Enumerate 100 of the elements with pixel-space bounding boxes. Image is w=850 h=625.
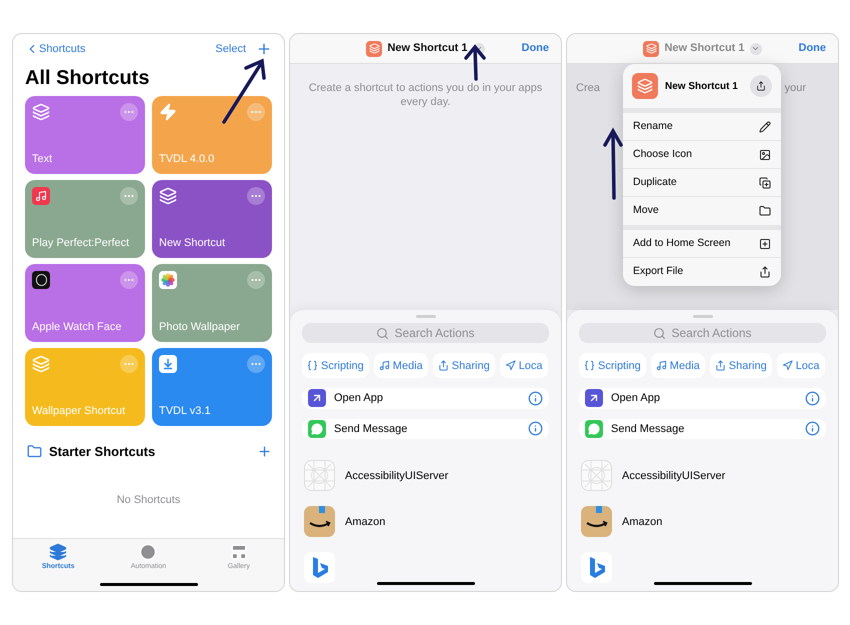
info-icon[interactable]	[528, 390, 543, 406]
info-icon[interactable]	[528, 421, 543, 436]
menu-item[interactable]: Move	[623, 197, 781, 225]
search-field[interactable]: Search Actions	[579, 323, 826, 344]
more-icon[interactable]	[247, 187, 265, 205]
more-icon[interactable]	[247, 103, 265, 121]
search-icon	[376, 326, 390, 340]
share-icon	[438, 360, 449, 372]
braces-icon	[584, 360, 595, 372]
layers-icon	[32, 103, 50, 121]
copy-plus-icon	[759, 176, 771, 188]
layers-icon	[49, 543, 68, 561]
shortcut-name: Apple Watch Face	[32, 320, 122, 334]
back-button[interactable]: Shortcuts	[25, 40, 86, 58]
shortcut-card[interactable]: Play Perfect:Perfect	[25, 180, 145, 258]
app-name[interactable]: Amazon	[345, 514, 386, 530]
action-row[interactable]: Open App	[302, 388, 549, 409]
blank-app-icon	[581, 460, 612, 492]
shortcut-card[interactable]: Photo Wallpaper	[152, 264, 272, 342]
location-arrow-icon	[782, 360, 793, 372]
flower-icon	[159, 271, 177, 289]
action-name: Send Message	[334, 422, 408, 437]
image-icon	[759, 148, 771, 160]
add-icon[interactable]	[257, 444, 272, 460]
b-logo-icon	[581, 552, 612, 584]
shortcut-card[interactable]: New Shortcut	[152, 180, 272, 258]
app-name[interactable]: AccessibilityUIServer	[622, 468, 726, 484]
shortcut-card[interactable]: TVDL v3.1	[152, 348, 272, 426]
hint-text: Crea	[576, 81, 600, 95]
hint-text: your	[784, 81, 806, 95]
download-icon	[159, 355, 177, 373]
layers-icon	[32, 355, 50, 373]
done-button[interactable]: Done	[798, 40, 826, 57]
action-row[interactable]: Send Message	[302, 418, 549, 439]
info-icon[interactable]	[805, 390, 820, 406]
folder-icon	[27, 444, 42, 460]
message-icon	[585, 420, 603, 438]
select-button[interactable]: Select	[215, 40, 246, 58]
location-arrow-icon	[504, 360, 516, 372]
menu-item[interactable]: Rename	[623, 113, 781, 141]
menu-item[interactable]: Add to Home Screen	[623, 230, 781, 258]
music-note-icon	[378, 360, 390, 372]
more-icon[interactable]	[120, 103, 138, 121]
category-chip[interactable]: Media	[374, 353, 428, 378]
shortcut-icon	[643, 40, 660, 56]
search-field[interactable]: Search Actions	[302, 323, 549, 344]
share-icon	[759, 266, 771, 278]
shortcut-card[interactable]: Apple Watch Face	[25, 264, 145, 342]
action-name: Open App	[334, 391, 384, 406]
shortcut-name: Text	[32, 152, 54, 166]
add-icon[interactable]	[256, 41, 272, 57]
done-button[interactable]: Done	[522, 40, 549, 57]
category-chip[interactable]: Scripting	[579, 353, 646, 378]
shortcut-title[interactable]: New Shortcut 1	[387, 40, 468, 57]
more-icon[interactable]	[120, 187, 138, 205]
menu-title: New Shortcut 1	[665, 80, 739, 94]
braces-icon	[307, 360, 318, 372]
share-icon	[714, 360, 726, 372]
pencil-icon	[759, 120, 771, 132]
shortcut-name: TVDL 4.0.0	[159, 152, 216, 166]
shortcut-name: New Shortcut	[159, 236, 226, 250]
info-icon[interactable]	[805, 421, 820, 436]
category-chip[interactable]: Scripting	[302, 353, 369, 378]
box-smile-icon	[304, 506, 335, 538]
page-title: All Shortcuts	[25, 66, 150, 90]
blank-app-icon	[304, 460, 335, 492]
shortcut-title[interactable]: New Shortcut 1	[664, 40, 745, 57]
search-icon	[653, 326, 666, 340]
gallery-icon	[230, 543, 248, 561]
shortcut-icon	[632, 73, 658, 99]
b-logo-icon	[304, 552, 335, 584]
plus-square-icon	[759, 238, 771, 250]
action-name: Open App	[611, 391, 661, 406]
app-name[interactable]: Amazon	[622, 514, 662, 530]
more-icon[interactable]	[120, 271, 138, 289]
menu-item[interactable]: Export File	[623, 258, 781, 286]
shortcut-name: TVDL v3.1	[159, 404, 212, 418]
folder-title: Starter Shortcuts	[49, 443, 156, 461]
category-chip[interactable]: Loca	[776, 353, 825, 378]
category-chip[interactable]: Media	[650, 353, 705, 378]
action-row[interactable]: Open App	[579, 388, 826, 409]
shortcut-name: Play Perfect:Perfect	[32, 236, 130, 250]
more-icon[interactable]	[247, 355, 265, 373]
app-name[interactable]: AccessibilityUIServer	[345, 468, 448, 484]
category-chip[interactable]: Sharing	[432, 353, 495, 378]
shortcut-card[interactable]: Text	[25, 96, 145, 174]
layers-icon	[159, 187, 177, 205]
action-row[interactable]: Send Message	[579, 418, 826, 439]
share-icon[interactable]	[750, 75, 772, 97]
shortcut-name: Photo Wallpaper	[159, 320, 241, 334]
more-icon[interactable]	[247, 271, 265, 289]
action-name: Send Message	[611, 422, 686, 437]
folder-icon	[759, 205, 771, 217]
category-chip[interactable]: Sharing	[710, 353, 772, 378]
category-chip[interactable]: Loca	[500, 353, 548, 378]
watch-face-icon	[32, 271, 50, 289]
menu-item[interactable]: Duplicate	[623, 169, 781, 197]
empty-message: No Shortcuts	[116, 492, 180, 508]
menu-item[interactable]: Choose Icon	[623, 141, 781, 169]
annotation-arrow	[222, 58, 266, 124]
